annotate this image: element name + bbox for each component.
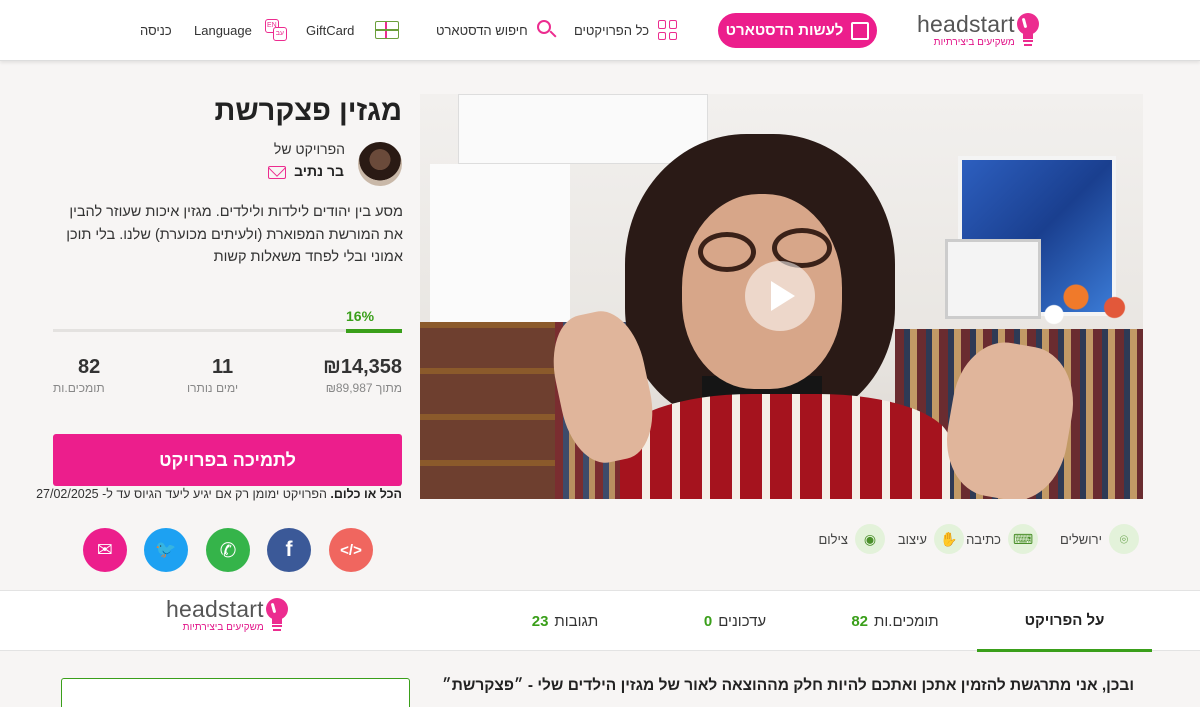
embed-icon: </> <box>340 541 362 559</box>
whatsapp-icon: ✆ <box>219 539 237 562</box>
embed-share-button[interactable]: </> <box>329 528 373 572</box>
tab-comments-count: 23 <box>531 613 549 630</box>
tag-design-label: עיצוב <box>897 531 927 547</box>
email-share-button[interactable]: ✉ <box>83 528 127 572</box>
tab-backers-count: 82 <box>851 613 869 630</box>
whatsapp-share-button[interactable]: ✆ <box>206 528 250 572</box>
play-video-button[interactable] <box>745 261 815 331</box>
project-story-intro: ובכן, אני מתרגשת להזמין אתכן ואתכם להיות… <box>442 677 1134 694</box>
nav-all-projects[interactable]: כל הפרויקטים <box>574 17 678 43</box>
hand-icon: ✋ <box>934 524 964 554</box>
language-icon: EN עב <box>264 19 287 41</box>
nav-all-projects-label: כל הפרויקטים <box>574 22 650 38</box>
nav-giftcard[interactable]: GiftCard <box>306 17 400 43</box>
tag-photo-label: צילום <box>818 531 848 547</box>
typewriter-icon: ⌨ <box>1008 524 1038 554</box>
nav-search[interactable]: חיפוש הדסטארט <box>436 17 557 43</box>
twitter-icon: 🐦 <box>155 540 177 559</box>
tab-updates-label: עדכונים <box>718 613 767 630</box>
all-or-nothing-note: הכל או כלום. הפרויקט ימומן רק אם יגיע לי… <box>36 487 402 501</box>
logo-tagline: משקיעים ביצירתיות <box>933 37 1015 48</box>
tag-location-label: ירושלים <box>1059 531 1102 547</box>
tag-location[interactable]: ⌾ ירושלים <box>1060 524 1139 554</box>
tab-comments[interactable]: תגובות 23 <box>490 591 640 652</box>
email-icon: ✉ <box>97 539 113 561</box>
logo-wordmark: headstart <box>917 11 1015 37</box>
back-project-button[interactable]: לתמיכה בפרויקט <box>53 434 402 486</box>
lightbulb-icon <box>265 598 288 632</box>
tab-backers[interactable]: תומכים.ות 82 <box>820 591 970 652</box>
funding-progress-bar <box>53 328 402 333</box>
project-tabs-bar: headstart משקיעים ביצירתיות על הפרויקט ת… <box>0 590 1200 652</box>
headstart-logo-secondary[interactable]: headstart משקיעים ביצירתיות <box>166 597 288 633</box>
contact-creator-mail-icon[interactable] <box>268 166 286 179</box>
location-pin-icon: ⌾ <box>1109 524 1139 554</box>
tag-writing-label: כתיבה <box>966 531 1001 547</box>
camera-icon: ◉ <box>855 524 885 554</box>
tag-photo[interactable]: ◉ צילום <box>818 524 885 554</box>
nav-login[interactable]: כניסה <box>140 17 172 43</box>
top-navigation-bar: headstart משקיעים ביצירתיות לעשות הדסטאר… <box>0 0 1200 61</box>
creator-avatar[interactable] <box>358 142 402 186</box>
facebook-share-button[interactable]: f <box>267 528 311 572</box>
tab-comments-label: תגובות <box>554 613 599 630</box>
project-byline: הפרויקט של <box>273 141 345 157</box>
logo-wordmark-secondary: headstart <box>166 596 264 622</box>
nav-language-label: Language <box>194 22 252 38</box>
tab-about[interactable]: על הפרויקט <box>977 591 1152 652</box>
start-project-label: לעשות הדסטארט <box>725 22 844 39</box>
logo-tagline-secondary: משקיעים ביצירתיות <box>182 622 264 633</box>
all-or-nothing-bold: הכל או כלום. <box>330 487 402 501</box>
amount-goal: מתוך ₪89,987 <box>325 381 402 395</box>
days-remaining-label: ימים נותרו <box>187 381 239 395</box>
nav-language[interactable]: Language EN עב <box>194 17 287 43</box>
tab-updates[interactable]: עדכונים 0 <box>660 591 810 652</box>
edit-icon <box>851 21 870 40</box>
nav-login-label: כניסה <box>140 22 172 38</box>
nav-giftcard-label: GiftCard <box>306 22 355 38</box>
tab-backers-label: תומכים.ות <box>874 613 939 630</box>
amount-raised: ₪14,358 <box>323 356 402 378</box>
project-title: מגזין פצקרשת <box>214 95 403 127</box>
tag-design[interactable]: ✋ עיצוב <box>898 524 964 554</box>
backers-label: תומכים.ות <box>53 381 105 395</box>
twitter-share-button[interactable]: 🐦 <box>144 528 188 572</box>
tag-writing[interactable]: ⌨ כתיבה <box>966 524 1038 554</box>
headstart-logo[interactable]: headstart משקיעים ביצירתיות <box>917 12 1039 48</box>
creator-name[interactable]: בר נתיב <box>294 163 344 179</box>
grid-icon <box>658 20 678 40</box>
reward-box[interactable] <box>61 678 410 707</box>
search-icon <box>536 20 557 40</box>
tab-updates-count: 0 <box>703 613 713 630</box>
funding-progress-fill <box>346 328 402 333</box>
days-remaining: 11 <box>212 356 234 378</box>
funding-percent: 16% <box>346 308 375 324</box>
facebook-icon: f <box>285 538 293 561</box>
start-project-button[interactable]: לעשות הדסטארט <box>718 13 877 48</box>
all-or-nothing-text: הפרויקט ימומן רק אם יגיע ליעד הגיוס עד ל… <box>36 487 331 501</box>
tab-about-label: על הפרויקט <box>1024 611 1105 629</box>
gift-icon <box>375 21 400 39</box>
nav-search-label: חיפוש הדסטארט <box>436 22 528 38</box>
project-description: מסע בין יהודים לילדות ולילדים. מגזין איכ… <box>66 204 403 265</box>
lightbulb-icon <box>1016 13 1039 47</box>
backers-count: 82 <box>78 356 101 378</box>
